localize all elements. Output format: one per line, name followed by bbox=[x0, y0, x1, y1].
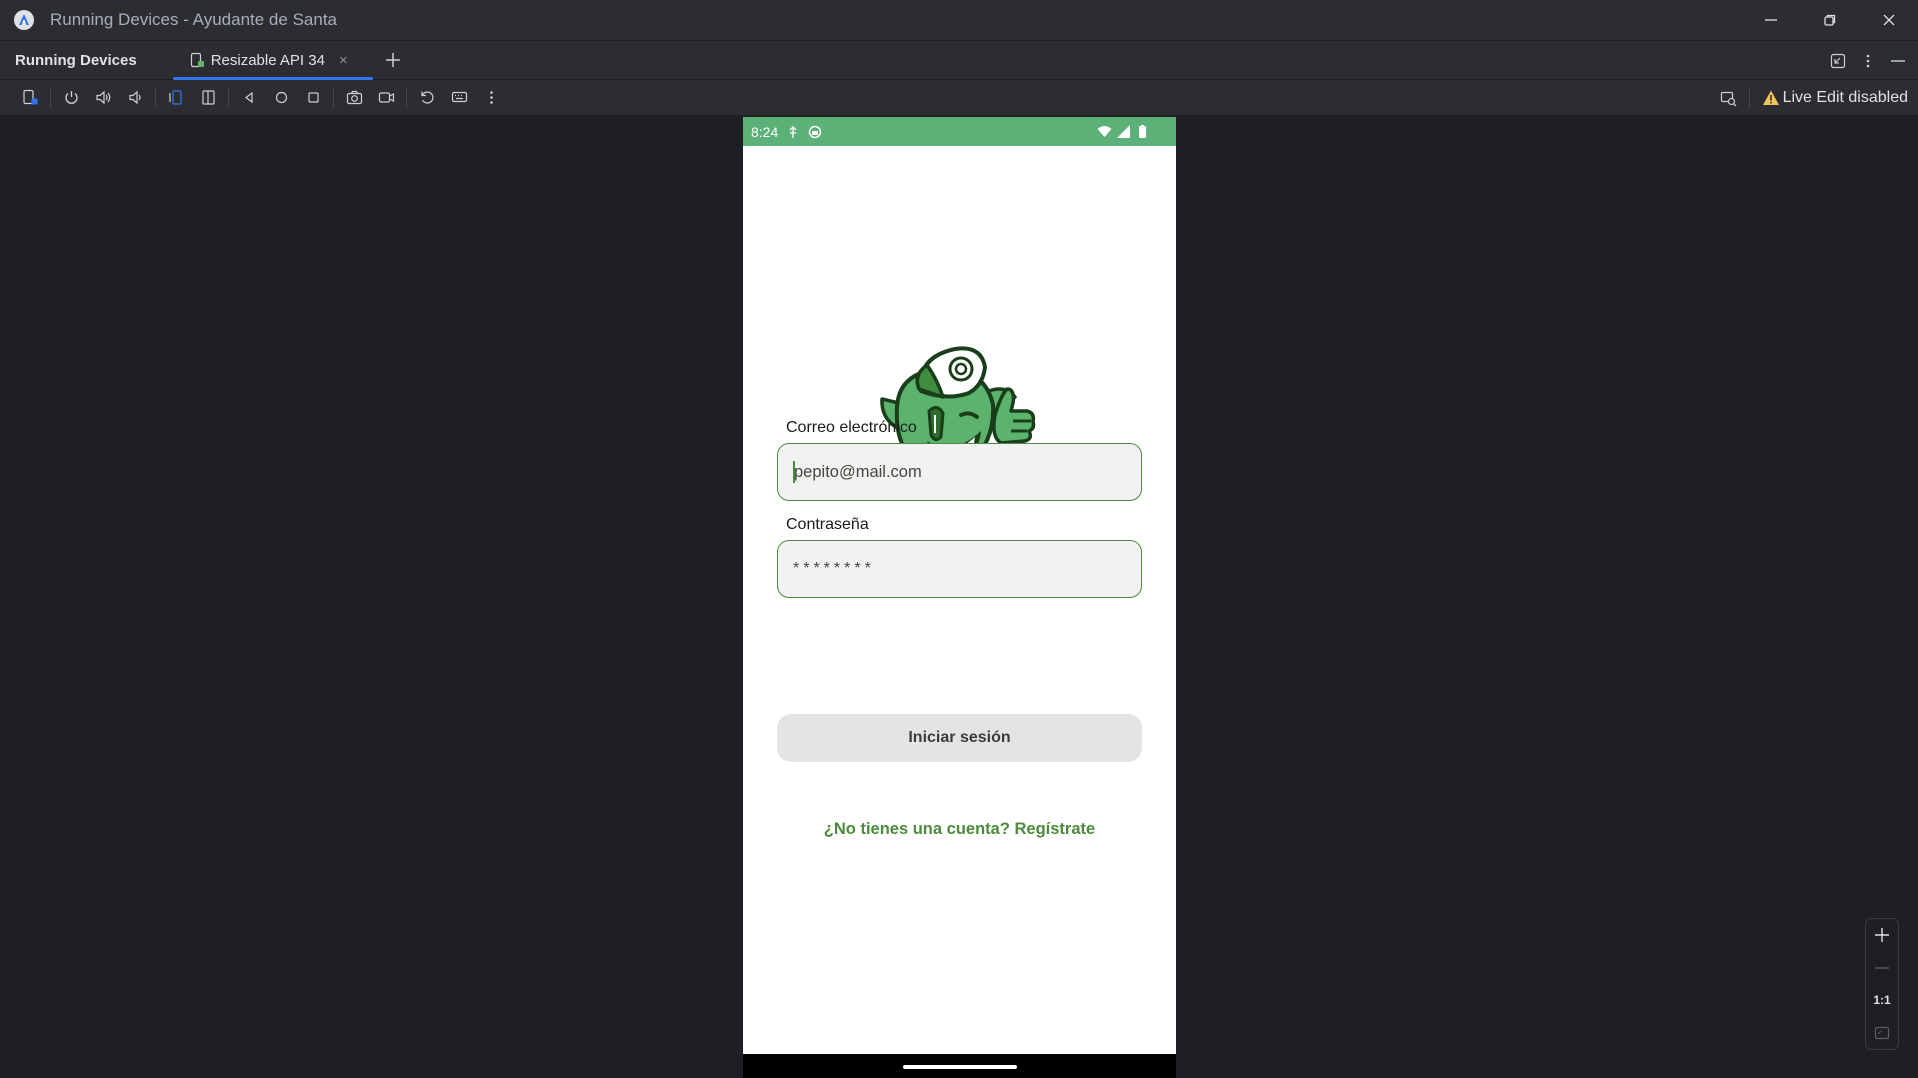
status-bar: 8:24 bbox=[743, 117, 1176, 146]
android-studio-logo-icon bbox=[14, 10, 34, 30]
login-button[interactable]: Iniciar sesión bbox=[777, 714, 1142, 762]
volume-up-icon[interactable] bbox=[87, 82, 119, 114]
tab-bar: Running Devices Resizable API 34 × bbox=[0, 40, 1918, 80]
hide-panel-icon[interactable] bbox=[1890, 53, 1906, 69]
title-bar: Running Devices - Ayudante de Santa bbox=[0, 0, 1918, 40]
minimize-icon[interactable] bbox=[1741, 0, 1800, 40]
options-icon[interactable] bbox=[1860, 53, 1876, 69]
zoom-fit-icon[interactable] bbox=[1866, 1017, 1898, 1050]
navigation-bar bbox=[743, 1054, 1176, 1078]
screen-record-icon[interactable] bbox=[370, 82, 402, 114]
screenshot-icon[interactable] bbox=[338, 82, 370, 114]
toolbar-separator bbox=[333, 87, 334, 108]
zoom-actual-size-button[interactable]: 1:1 bbox=[1866, 984, 1898, 1017]
password-value: ******** bbox=[793, 560, 875, 577]
device-icon bbox=[190, 52, 204, 68]
tool-window-title: Running Devices bbox=[15, 51, 137, 69]
zoom-in-icon[interactable] bbox=[1866, 919, 1898, 952]
rotate-right-icon[interactable] bbox=[192, 82, 224, 114]
register-link[interactable]: ¿No tienes una cuenta? Regístrate bbox=[743, 820, 1176, 839]
tab-resizable-api-34[interactable]: Resizable API 34 × bbox=[172, 41, 373, 80]
toolbar-separator bbox=[155, 87, 156, 108]
zoom-controls: 1:1 bbox=[1865, 918, 1899, 1050]
reset-icon[interactable] bbox=[411, 82, 443, 114]
tab-close-icon[interactable]: × bbox=[339, 52, 348, 69]
password-label: Contraseña bbox=[786, 516, 869, 533]
home-icon[interactable] bbox=[265, 82, 297, 114]
inspect-icon[interactable] bbox=[1713, 82, 1745, 114]
keyboard-icon[interactable] bbox=[443, 82, 475, 114]
zoom-out-icon[interactable] bbox=[1866, 952, 1898, 985]
power-icon[interactable] bbox=[55, 82, 87, 114]
gesture-handle[interactable] bbox=[903, 1065, 1017, 1069]
email-field[interactable]: pepito@mail.com bbox=[777, 443, 1142, 501]
android-icon bbox=[809, 125, 822, 138]
wifi-icon bbox=[1097, 126, 1112, 137]
close-icon[interactable] bbox=[1859, 0, 1918, 40]
signal-icon bbox=[1117, 125, 1130, 138]
toolbar-separator bbox=[228, 87, 229, 108]
device-mirror-icon[interactable] bbox=[14, 82, 46, 114]
device-toolbar: Live Edit disabled bbox=[0, 80, 1918, 116]
toolbar-separator bbox=[1748, 88, 1750, 108]
tab-label: Resizable API 34 bbox=[210, 51, 325, 69]
status-time: 8:24 bbox=[751, 123, 779, 140]
restore-icon[interactable] bbox=[1800, 0, 1859, 40]
warning-icon bbox=[1762, 90, 1779, 105]
live-edit-status[interactable]: Live Edit disabled bbox=[1762, 89, 1908, 107]
toolbar-separator bbox=[50, 87, 51, 108]
battery-icon bbox=[1139, 125, 1146, 138]
password-field[interactable]: ******** bbox=[777, 540, 1142, 598]
email-value: pepito@mail.com bbox=[794, 462, 922, 481]
add-tab-icon[interactable] bbox=[383, 50, 403, 70]
usb-debug-icon bbox=[789, 125, 797, 138]
rotate-left-icon[interactable] bbox=[160, 82, 192, 114]
volume-down-icon[interactable] bbox=[119, 82, 151, 114]
live-edit-label: Live Edit disabled bbox=[1782, 89, 1908, 106]
window-title: Running Devices - Ayudante de Santa bbox=[50, 10, 337, 29]
email-label: Correo electrónico bbox=[786, 419, 917, 436]
toolbar-separator bbox=[406, 87, 407, 108]
collapse-icon[interactable] bbox=[1830, 53, 1846, 69]
overview-icon[interactable] bbox=[297, 82, 329, 114]
device-screen[interactable]: 8:24 Correo electrónico pepito@mail.com … bbox=[743, 117, 1176, 1078]
back-icon[interactable] bbox=[233, 82, 265, 114]
more-icon[interactable] bbox=[475, 82, 507, 114]
